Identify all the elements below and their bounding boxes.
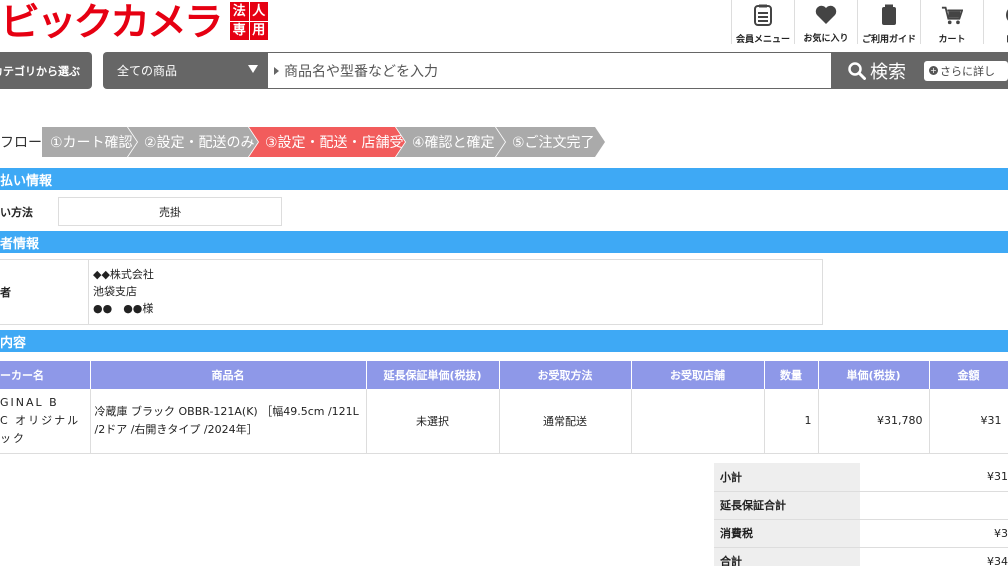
flow-step-3: ③設定・配送・店舗受取: [249, 127, 405, 157]
table-row: GINAL B C オリジナル ック 冷蔵庫 ブラック OBBR-121A(K)…: [0, 389, 1008, 454]
dropdown-arrow-icon: [248, 65, 258, 73]
badge-char: 専: [230, 21, 249, 40]
advanced-search-label: さらに詳し: [940, 64, 995, 78]
nav-member-menu[interactable]: 会員メニュー: [731, 0, 794, 45]
search-input[interactable]: [284, 62, 804, 79]
total-row-tax: 消費税 ¥3: [714, 519, 1008, 548]
cart-icon: [941, 4, 963, 26]
order-items-table: ーカー名 商品名 延長保証単価(税抜) お受取方法 お受取店舗 数量 単価(税抜…: [0, 361, 1008, 454]
orderer-person: ●● ●●様: [93, 302, 154, 315]
flow-step-5: ⑤ご注文完了: [496, 127, 605, 157]
maker-line: ック: [0, 431, 26, 445]
order-flow: フロー ①カート確認 ②設定・配送のみ ③設定・配送・店舗受取 ④確認と確定 ⑤…: [0, 127, 596, 157]
column-header: 延長保証単価(税抜): [366, 361, 500, 389]
column-header: ーカー名: [0, 361, 91, 389]
total-label: 延長保証合計: [714, 491, 860, 520]
flow-step-1: ①カート確認: [42, 127, 137, 157]
flow-step-2: ②設定・配送のみ: [128, 127, 258, 157]
category-browse-button[interactable]: カテゴリから選ぶ: [0, 52, 92, 89]
caret-right-icon: [274, 66, 279, 75]
column-header: 数量: [764, 361, 819, 389]
nav-guide[interactable]: ご利用ガイド: [857, 0, 920, 45]
column-header: 商品名: [90, 361, 367, 389]
column-header: お受取店舗: [631, 361, 765, 389]
plus-circle-icon: +: [929, 65, 938, 75]
product-name-cell: 冷蔵庫 ブラック OBBR-121A(K) ［幅49.5cm /121L /2ド…: [90, 389, 367, 454]
search-button[interactable]: 検索: [832, 52, 922, 89]
orderer-branch: 池袋支店: [93, 285, 137, 298]
logo-text: ビックカメラ: [0, 0, 224, 44]
flow-label: フロー: [0, 135, 42, 151]
corporate-badge: 法 人 専 用: [230, 2, 268, 40]
maker-line: C オリジナル: [0, 413, 81, 427]
column-header: 金額: [929, 361, 1008, 389]
column-header: お受取方法: [499, 361, 632, 389]
orderer-company: ◆◆株式会社: [93, 268, 154, 281]
nav-label: カート: [938, 35, 966, 45]
column-header: 単価(税抜): [818, 361, 930, 389]
payment-method-row: い方法 売掛: [0, 197, 282, 226]
payment-method-label: い方法: [0, 205, 33, 219]
receive-store-cell: [631, 389, 765, 454]
total-row-warranty: 延長保証合計: [714, 491, 1008, 520]
quantity-cell: 1: [764, 389, 819, 454]
orderer-section-header: 者情報: [0, 231, 1008, 253]
table-header-row: ーカー名 商品名 延長保証単価(税抜) お受取方法 お受取店舗 数量 単価(税抜…: [0, 361, 1008, 389]
nav-label: 会員メニュー: [735, 35, 790, 45]
amount-cell: ¥31: [929, 389, 1008, 454]
payment-section-header: 払い情報: [0, 168, 1008, 190]
orderer-row: 者 ◆◆株式会社 池袋支店 ●● ●●様: [0, 259, 823, 325]
maker-cell: GINAL B C オリジナル ック: [0, 389, 91, 454]
totals-table: 小計 ¥31 延長保証合計 消費税 ¥3 合計 ¥34: [714, 463, 1008, 566]
warranty-cell: 未選択: [366, 389, 500, 454]
category-select-value: 全ての商品: [117, 64, 178, 78]
receive-method-cell: 通常配送: [499, 389, 632, 454]
category-select[interactable]: 全ての商品: [103, 52, 268, 89]
total-value: [860, 491, 1008, 520]
badge-char: 用: [249, 21, 268, 40]
orderer-label: 者: [0, 259, 88, 325]
total-label: 合計: [714, 547, 860, 566]
total-label: 小計: [714, 463, 860, 492]
nav-cart[interactable]: カート: [920, 0, 983, 45]
unit-price-cell: ¥31,780: [818, 389, 930, 454]
badge-char: 法: [230, 2, 249, 21]
heart-icon: [815, 4, 837, 25]
guide-icon: [878, 4, 900, 26]
total-value: ¥34: [860, 547, 1008, 566]
total-value: ¥3: [860, 519, 1008, 548]
total-label: 消費税: [714, 519, 860, 548]
total-row-grand: 合計 ¥34: [714, 547, 1008, 566]
member-menu-icon: [752, 4, 774, 26]
order-section-header: 内容: [0, 330, 1008, 352]
orderer-value: ◆◆株式会社 池袋支店 ●● ●●様: [88, 259, 823, 325]
nav-login[interactable]: ログ: [983, 0, 1008, 45]
search-bar: カテゴリから選ぶ 全ての商品 検索 + さらに詳し: [0, 52, 1008, 89]
payment-method-value: 売掛: [58, 197, 282, 226]
search-button-label: 検索: [870, 61, 906, 83]
total-row-subtotal: 小計 ¥31: [714, 463, 1008, 492]
total-value: ¥31: [860, 463, 1008, 492]
advanced-search-button[interactable]: + さらに詳し: [922, 52, 1008, 89]
nav-label: お気に入り: [803, 34, 849, 44]
nav-label: ご利用ガイド: [861, 35, 916, 45]
search-icon: [848, 61, 866, 80]
flow-step-4: ④確認と確定: [396, 127, 505, 157]
search-field[interactable]: [268, 52, 832, 89]
nav-favorites[interactable]: お気に入り: [794, 0, 857, 44]
site-logo[interactable]: ビックカメラ: [0, 2, 224, 42]
header-nav: 会員メニュー お気に入り ご利用ガイド カート ログ: [731, 0, 1008, 45]
badge-char: 人: [249, 2, 268, 21]
login-icon: [1004, 4, 1008, 26]
maker-line: GINAL B: [0, 395, 59, 409]
